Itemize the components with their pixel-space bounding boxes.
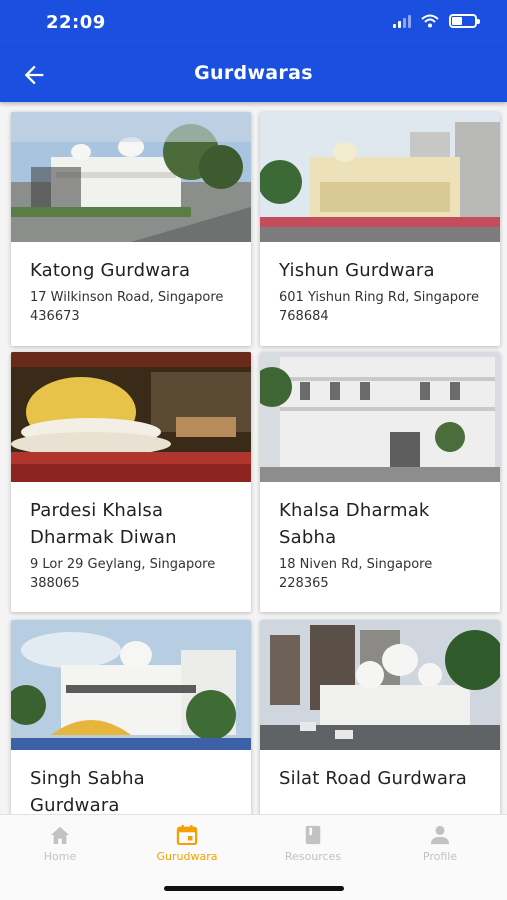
gurdwara-address: 17 Wilkinson Road, Singapore 436673	[30, 290, 224, 324]
battery-icon	[449, 14, 480, 28]
gurdwara-name: Silat Road Gurdwara	[279, 768, 467, 789]
gurdwara-address: 601 Yishun Ring Rd, Singapore 768684	[279, 290, 480, 324]
status-bar: 22:09	[0, 0, 507, 48]
gurdwara-photo	[260, 112, 500, 242]
gurdwara-name: Yishun Gurdwara	[279, 260, 435, 281]
gurdwara-card[interactable]: Katong Gurdwara 17 Wilkinson Road, Singa…	[11, 112, 251, 346]
nav-label: Resources	[284, 850, 342, 863]
gurdwara-photo	[11, 112, 251, 242]
gurdwara-card[interactable]: Yishun Gurdwara 601 Yishun Ring Rd, Sing…	[260, 112, 500, 346]
gurdwara-address: 9 Lor 29 Geylang, Singapore 388065	[30, 557, 216, 591]
wifi-icon	[421, 14, 439, 28]
home-indicator[interactable]	[164, 886, 344, 891]
nav-label: Gurudwara	[156, 850, 218, 863]
gurdwara-name: Katong Gurdwara	[30, 260, 191, 281]
status-time: 22:09	[46, 12, 106, 33]
gurdwara-card[interactable]: Pardesi Khalsa Dharmak Diwan 9 Lor 29 Ge…	[11, 352, 251, 612]
gurdwara-grid: Katong Gurdwara 17 Wilkinson Road, Singa…	[0, 102, 507, 814]
nav-home[interactable]: Home	[5, 825, 115, 863]
nav-label: Profile	[422, 850, 458, 863]
gurdwara-photo	[260, 620, 500, 750]
book-icon	[305, 825, 321, 845]
person-icon	[430, 825, 450, 845]
gurdwara-name: Khalsa Dharmak Sabha	[279, 500, 430, 548]
nav-profile[interactable]: Profile	[385, 825, 495, 863]
gurdwara-name: Singh Sabha Gurdwara	[30, 768, 145, 814]
nav-label: Home	[43, 850, 77, 863]
page-title: Gurdwaras	[194, 62, 313, 84]
nav-gurudwara[interactable]: Gurudwara	[132, 825, 242, 863]
gurdwara-photo	[11, 620, 251, 750]
cellular-signal-icon	[393, 14, 411, 28]
gurdwara-address: 18 Niven Rd, Singapore 228365	[279, 557, 433, 591]
calendar-icon	[176, 825, 198, 845]
gurdwara-card[interactable]: Silat Road Gurdwara	[260, 620, 500, 814]
app-bar: Gurdwaras	[0, 48, 507, 102]
nav-resources[interactable]: Resources	[258, 825, 368, 863]
gurdwara-photo	[260, 352, 500, 482]
gurdwara-photo	[11, 352, 251, 482]
gurdwara-name: Pardesi Khalsa Dharmak Diwan	[30, 500, 177, 548]
home-icon	[50, 826, 70, 845]
status-icons	[393, 14, 480, 28]
gurdwara-card[interactable]: Singh Sabha Gurdwara	[11, 620, 251, 814]
gurdwara-card[interactable]: Khalsa Dharmak Sabha 18 Niven Rd, Singap…	[260, 352, 500, 612]
